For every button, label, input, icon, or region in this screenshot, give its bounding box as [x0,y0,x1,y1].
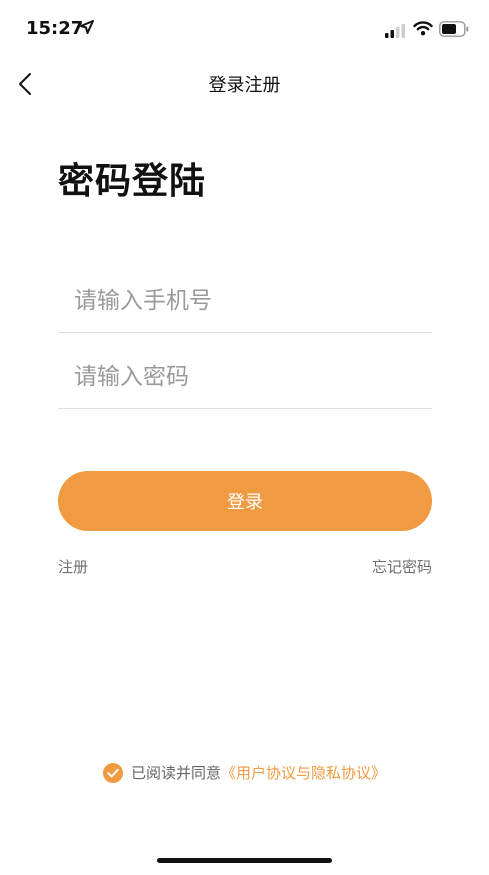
signal-icon [385,24,405,38]
check-circle-icon[interactable] [102,762,123,783]
phone-field-row [58,268,432,333]
register-link[interactable]: 注册 [58,556,88,577]
password-input[interactable] [72,356,426,398]
password-field-row [58,344,432,409]
forgot-password-link[interactable]: 忘记密码 [372,556,432,577]
agreement-row: 已阅读并同意《用户协议与隐私协议》 [0,762,489,784]
home-indicator [157,858,332,863]
battery-icon [439,21,469,37]
nav-title: 登录注册 [208,75,281,96]
page-title: 密码登陆 [58,161,207,202]
login-button[interactable]: 登录 [58,471,432,531]
location-arrow-icon [80,20,94,34]
agreement-prefix: 已阅读并同意 [130,764,221,782]
wifi-icon [413,21,433,36]
terms-link[interactable]: 《用户协议与隐私协议》 [221,764,386,782]
nav-bar: 登录注册 [0,58,489,110]
status-bar: 15:27 [0,0,489,58]
phone-input[interactable] [72,280,426,322]
status-time: 15:27 [26,18,84,39]
